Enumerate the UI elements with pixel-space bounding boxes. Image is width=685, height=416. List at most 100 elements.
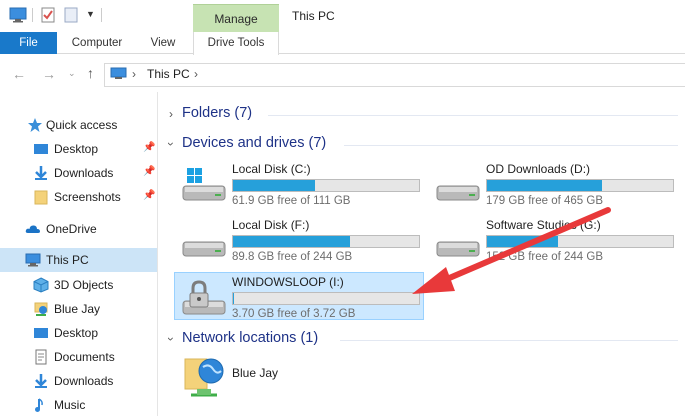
drive-free-space: 61.9 GB free of 111 GB: [232, 195, 351, 207]
properties-icon[interactable]: [40, 7, 56, 23]
drive-usage-fill: [233, 180, 315, 191]
chevron-down-icon: ›: [164, 337, 178, 341]
drive-usage-fill: [487, 236, 558, 247]
breadcrumb-separator: ›: [132, 67, 136, 81]
tab-file[interactable]: File: [0, 32, 57, 54]
sidebar-item-quick-access[interactable]: Quick access: [0, 113, 157, 137]
tab-view[interactable]: View: [140, 32, 186, 54]
sidebar-item-label: 3D Objects: [54, 278, 114, 292]
drive-windowsloop-i[interactable]: WINDOWSLOOP (I:) 3.70 GB free of 3.72 GB: [174, 272, 424, 320]
group-devices-and-drives[interactable]: › Devices and drives (7): [164, 135, 678, 157]
sidebar-item-downloads[interactable]: Downloads 📌: [0, 161, 157, 185]
hard-drive-icon: [182, 241, 226, 257]
downloads-icon: [35, 166, 47, 180]
downloads-icon: [35, 374, 47, 388]
forward-button[interactable]: →: [42, 66, 56, 82]
pin-icon[interactable]: 📌: [143, 142, 155, 153]
new-folder-icon[interactable]: [63, 7, 79, 23]
hard-drive-icon: [436, 185, 480, 201]
drive-usage-bar: [486, 179, 674, 192]
sidebar-item-label: Documents: [54, 350, 115, 364]
drive-local-disk-c[interactable]: Local Disk (C:) 61.9 GB free of 111 GB: [175, 160, 425, 208]
sidebar-item-label: This PC: [46, 253, 89, 267]
chevron-down-icon: ›: [164, 142, 178, 146]
sidebar-item-label: Downloads: [54, 166, 114, 180]
window-title: This PC: [292, 9, 335, 23]
drive-free-space: 3.70 GB free of 3.72 GB: [232, 308, 356, 320]
sidebar-item-documents[interactable]: Documents: [0, 345, 157, 369]
pin-icon[interactable]: 📌: [143, 166, 155, 177]
drive-name: OD Downloads (D:): [486, 162, 591, 176]
drive-usage-bar: [232, 235, 420, 248]
drive-name: Local Disk (F:): [232, 218, 310, 232]
cloud-icon: [25, 225, 40, 233]
up-button[interactable]: ↑: [87, 65, 94, 81]
drive-local-disk-f[interactable]: Local Disk (F:) 89.8 GB free of 244 GB: [175, 216, 425, 264]
sidebar-item-this-pc[interactable]: This PC: [0, 248, 157, 272]
drive-name: WINDOWSLOOP (I:): [232, 275, 344, 289]
chevron-right-icon: ›: [169, 107, 173, 121]
computer-icon: [110, 67, 127, 79]
group-title: Folders (7): [182, 105, 253, 121]
manage-context-tab[interactable]: Manage: [193, 4, 279, 32]
drive-free-space: 179 GB free of 465 GB: [486, 195, 603, 207]
sidebar-item-label: Desktop: [54, 142, 99, 156]
group-title: Network locations (1): [182, 330, 319, 346]
sidebar-item-blue-jay[interactable]: Blue Jay: [0, 297, 157, 321]
pin-icon[interactable]: 📌: [143, 190, 155, 201]
network-location-blue-jay[interactable]: Blue Jay: [179, 355, 319, 405]
sidebar-item-desktop[interactable]: Desktop 📌: [0, 137, 157, 161]
group-divider: [268, 115, 678, 116]
manage-label: Manage: [214, 12, 258, 26]
sidebar-item-label: Music: [54, 398, 86, 412]
group-network-locations[interactable]: › Network locations (1): [164, 330, 678, 352]
drive-usage-bar: [486, 235, 674, 248]
desktop-folder-icon: [34, 144, 48, 154]
computer-icon: [9, 7, 27, 23]
pane-divider[interactable]: [157, 92, 158, 416]
tab-drive-tools[interactable]: Drive Tools: [193, 32, 279, 55]
hard-drive-icon: [436, 241, 480, 257]
drive-software-studies-g[interactable]: Software Studies (G:) 152 GB free of 244…: [429, 216, 679, 264]
music-icon: [35, 398, 43, 412]
sidebar-item-desktop[interactable]: Desktop: [0, 321, 157, 345]
group-divider: [344, 145, 678, 146]
sidebar-item-screenshots[interactable]: Screenshots 📌: [0, 185, 157, 209]
sidebar-item-music[interactable]: Music: [0, 393, 157, 416]
drive-free-space: 152 GB free of 244 GB: [486, 251, 603, 263]
drive-free-space: 89.8 GB free of 244 GB: [232, 251, 353, 263]
windows-drive-icon: [182, 168, 226, 201]
drive-usage-fill: [233, 293, 234, 304]
tab-computer[interactable]: Computer: [64, 32, 130, 54]
sidebar-item-onedrive[interactable]: OneDrive: [0, 217, 157, 241]
sidebar-item-label: Blue Jay: [54, 302, 101, 316]
title-bar: ▼ Manage This PC: [0, 0, 685, 32]
drive-name: Software Studies (G:): [486, 218, 601, 232]
group-folders[interactable]: › Folders (7): [166, 105, 678, 127]
breadcrumb-separator[interactable]: ›: [194, 67, 198, 81]
sidebar-item-label: OneDrive: [46, 222, 97, 236]
sidebar-item-label: Desktop: [54, 326, 99, 340]
drive-name: Local Disk (C:): [232, 162, 311, 176]
computer-icon: [25, 253, 41, 267]
customize-toolbar-icon[interactable]: ▼: [86, 9, 95, 19]
drive-usage-fill: [233, 236, 351, 247]
drive-usage-fill: [487, 180, 603, 191]
network-drive-icon: [34, 302, 48, 316]
sidebar-item-label: Quick access: [46, 118, 118, 132]
back-button[interactable]: ←: [12, 66, 26, 82]
group-divider: [340, 340, 678, 341]
sidebar-item-3d-objects[interactable]: 3D Objects: [0, 273, 157, 297]
sidebar-item-label: Downloads: [54, 374, 114, 388]
sidebar-item-downloads[interactable]: Downloads: [0, 369, 157, 393]
breadcrumb-this-pc[interactable]: This PC: [147, 67, 190, 81]
network-location-label: Blue Jay: [232, 366, 279, 380]
drive-od-downloads-d[interactable]: OD Downloads (D:) 179 GB free of 465 GB: [429, 160, 679, 208]
navigation-pane: Quick access Desktop 📌 Downloads 📌 Scree…: [0, 100, 158, 416]
drive-usage-bar: [232, 179, 420, 192]
network-location-icon: [184, 358, 224, 397]
address-bar[interactable]: [104, 63, 685, 87]
recent-locations-button[interactable]: ⌄: [68, 68, 76, 79]
ribbon-tabs: File Computer View Drive Tools: [0, 32, 685, 55]
sidebar-item-label: Screenshots: [54, 190, 121, 204]
